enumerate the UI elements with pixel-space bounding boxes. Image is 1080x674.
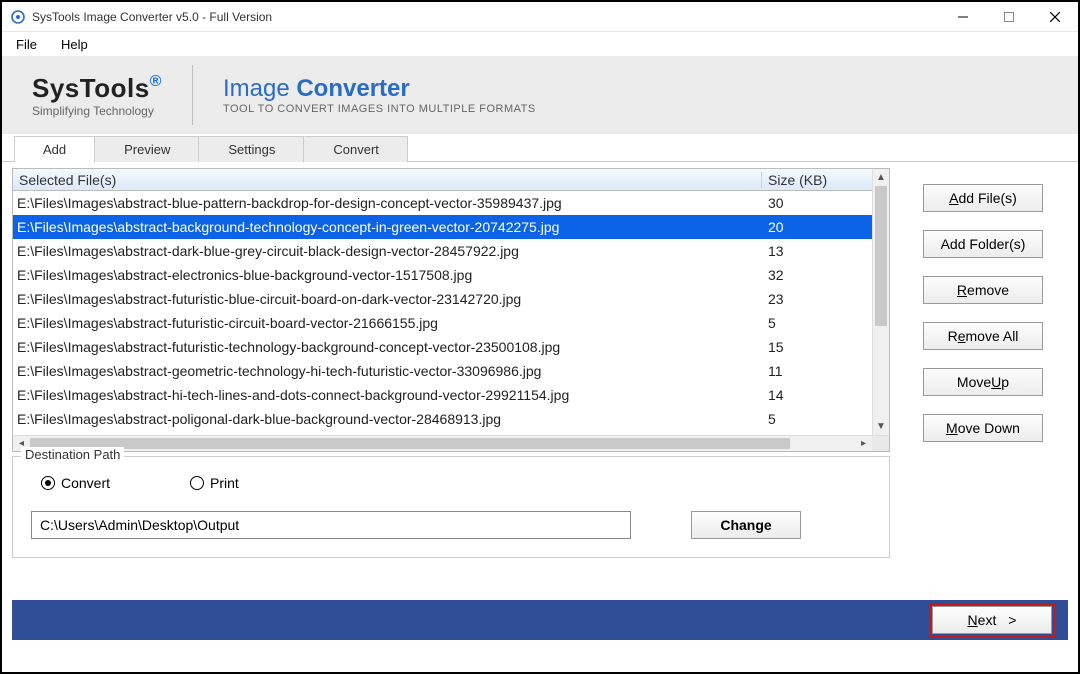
tab-convert[interactable]: Convert (304, 136, 408, 162)
scroll-down-icon[interactable]: ▼ (873, 418, 889, 435)
window-close-button[interactable] (1032, 2, 1078, 32)
chevron-right-icon: > (1008, 612, 1016, 628)
move-up-button[interactable]: Move Up (923, 368, 1043, 396)
header: SysTools® Simplifying Technology Image C… (2, 56, 1078, 134)
product-name-b: Converter (296, 75, 409, 102)
menubar: File Help (2, 32, 1078, 56)
move-down-button[interactable]: Move Down (923, 414, 1043, 442)
scroll-up-icon[interactable]: ▲ (873, 169, 889, 186)
tab-preview[interactable]: Preview (95, 136, 199, 162)
radio-convert-label: Convert (61, 475, 110, 491)
table-row[interactable]: E:\Files\Images\abstract-dark-blue-grey-… (13, 239, 872, 263)
table-row[interactable]: E:\Files\Images\abstract-futuristic-blue… (13, 287, 872, 311)
cell-size: 11 (762, 363, 872, 379)
cell-size: 14 (762, 387, 872, 403)
main-panel: Selected File(s) Size (KB) E:\Files\Imag… (2, 162, 1078, 596)
tab-add[interactable]: Add (14, 136, 95, 162)
cell-size: 20 (762, 219, 872, 235)
menu-help[interactable]: Help (51, 35, 98, 54)
left-pane: Selected File(s) Size (KB) E:\Files\Imag… (12, 168, 890, 596)
window-minimize-button[interactable] (940, 2, 986, 32)
table-row[interactable]: E:\Files\Images\abstract-electronics-blu… (13, 263, 872, 287)
menu-file[interactable]: File (6, 35, 47, 54)
cell-file: E:\Files\Images\abstract-blue-pattern-ba… (13, 195, 762, 211)
table-row[interactable]: E:\Files\Images\abstract-blue-pattern-ba… (13, 191, 872, 215)
radio-print-label: Print (210, 475, 239, 491)
cell-file: E:\Files\Images\abstract-futuristic-tech… (13, 339, 762, 355)
destination-radios: Convert Print (31, 471, 871, 511)
cell-file: E:\Files\Images\abstract-electronics-blu… (13, 267, 762, 283)
destination-group: Destination Path Convert Print Change (12, 456, 890, 558)
titlebar: SysTools Image Converter v5.0 - Full Ver… (2, 2, 1078, 32)
col-header-file[interactable]: Selected File(s) (13, 172, 762, 188)
cell-file: E:\Files\Images\abstract-futuristic-circ… (13, 315, 762, 331)
cell-file: E:\Files\Images\abstract-dark-blue-grey-… (13, 243, 762, 259)
cell-size: 13 (762, 243, 872, 259)
table-row[interactable]: E:\Files\Images\abstract-background-tech… (13, 215, 872, 239)
cell-size: 5 (762, 407, 872, 427)
table-row[interactable]: E:\Files\Images\abstract-geometric-techn… (13, 359, 872, 383)
table-row[interactable]: E:\Files\Images\abstract-hi-tech-lines-a… (13, 383, 872, 407)
scroll-right-icon[interactable]: ▸ (855, 436, 872, 451)
window-title: SysTools Image Converter v5.0 - Full Ver… (32, 10, 272, 24)
scroll-thumb[interactable] (875, 186, 887, 326)
radio-print[interactable]: Print (190, 475, 239, 491)
app-icon (10, 9, 26, 25)
logo-text: SysTools (32, 73, 150, 103)
cell-file: E:\Files\Images\abstract-background-tech… (13, 219, 762, 235)
tab-settings[interactable]: Settings (199, 136, 304, 162)
window-maximize-button[interactable] (986, 2, 1032, 32)
table-body[interactable]: E:\Files\Images\abstract-blue-pattern-ba… (13, 191, 872, 435)
side-button-panel: Add File(s) Add Folder(s) Remove Remove … (898, 168, 1068, 596)
remove-button[interactable]: Remove (923, 276, 1043, 304)
cell-file: E:\Files\Images\abstract-futuristic-blue… (13, 291, 762, 307)
table-row[interactable]: E:\Files\Images\abstract-futuristic-tech… (13, 335, 872, 359)
cell-size: 5 (762, 315, 872, 331)
radio-dot-icon (41, 476, 55, 490)
footer-bar: Next > (12, 600, 1068, 640)
cell-size: 32 (762, 267, 872, 283)
file-table: Selected File(s) Size (KB) E:\Files\Imag… (12, 168, 890, 436)
scroll-thumb-h[interactable] (30, 438, 790, 449)
col-header-size[interactable]: Size (KB) (762, 172, 872, 188)
destination-path-input[interactable] (31, 511, 631, 539)
destination-legend: Destination Path (21, 447, 124, 462)
tabs: Add Preview Settings Convert (2, 134, 1078, 162)
horizontal-scrollbar[interactable]: ◂ ▸ (12, 435, 890, 452)
product-name-a: Image (223, 75, 290, 102)
logo-tagline: Simplifying Technology (32, 104, 162, 118)
radio-convert[interactable]: Convert (41, 475, 110, 491)
table-row[interactable]: E:\Files\Images\abstract-futuristic-circ… (13, 311, 872, 335)
logo: SysTools® Simplifying Technology (32, 65, 193, 125)
cell-size: 23 (762, 291, 872, 307)
table-header: Selected File(s) Size (KB) (13, 169, 872, 191)
cell-file: E:\Files\Images\abstract-geometric-techn… (13, 363, 762, 379)
add-folders-button[interactable]: Add Folder(s) (923, 230, 1043, 258)
cell-size: 15 (762, 339, 872, 355)
table-row[interactable]: E:\Files\Images\abstract-poligonal-dark-… (13, 407, 872, 427)
cell-size: 30 (762, 195, 872, 211)
cell-file: E:\Files\Images\abstract-poligonal-dark-… (13, 407, 762, 427)
radio-dot-icon (190, 476, 204, 490)
add-files-button[interactable]: Add File(s) (923, 184, 1043, 212)
change-button[interactable]: Change (691, 511, 801, 539)
cell-file: E:\Files\Images\abstract-hi-tech-lines-a… (13, 387, 762, 403)
product-tagline: TOOL TO CONVERT IMAGES INTO MULTIPLE FOR… (223, 103, 536, 115)
logo-reg-icon: ® (150, 73, 162, 90)
product-title-block: Image Converter TOOL TO CONVERT IMAGES I… (193, 75, 536, 115)
vertical-scrollbar[interactable]: ▲ ▼ (872, 169, 889, 435)
remove-all-button[interactable]: Remove All (923, 322, 1043, 350)
next-button[interactable]: Next > (932, 606, 1052, 634)
